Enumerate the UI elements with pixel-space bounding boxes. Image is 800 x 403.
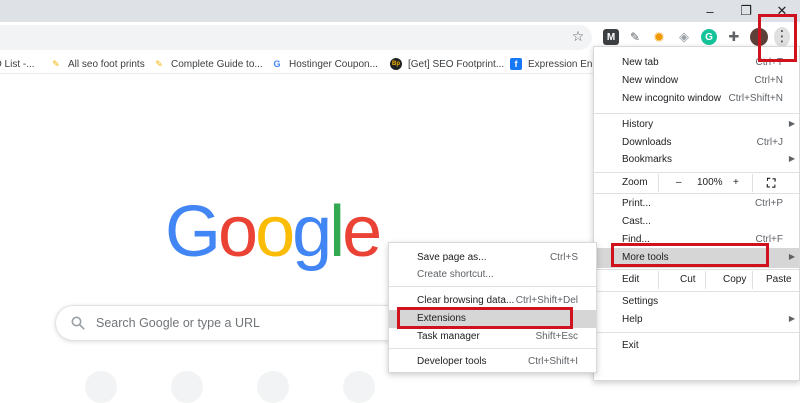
title-bar: – ❐ ✕ <box>0 0 800 22</box>
menu-item-settings[interactable]: Settings <box>594 293 799 311</box>
submenu-arrow-icon: ▶ <box>788 119 795 128</box>
shortcut-tile[interactable] <box>257 371 289 403</box>
restore-icon: ❐ <box>740 3 752 18</box>
menu-item-zoom: Zoom – 100% + ⛶ <box>622 174 776 192</box>
menu-divider <box>594 332 799 333</box>
submenu-item-dev-tools[interactable]: Developer tools Ctrl+Shift+I <box>389 353 596 371</box>
paste-button[interactable]: Paste <box>766 274 792 285</box>
m-extension-icon[interactable]: M <box>603 29 619 45</box>
menu-item-history[interactable]: History ▶ <box>594 116 799 134</box>
menu-item-print[interactable]: Print... Ctrl+P <box>594 195 799 213</box>
submenu-arrow-icon: ▶ <box>788 154 795 163</box>
pen-extension-icon[interactable]: ✎ <box>627 29 643 45</box>
chrome-menu: New tab Ctrl+T New window Ctrl+N New incog… <box>593 46 800 381</box>
menu-divider <box>594 172 799 173</box>
search-input[interactable]: Search Google or type a URL <box>55 305 415 341</box>
bookmark-item[interactable]: Bp [Get] SEO Footprint... <box>390 56 504 72</box>
zoom-in-button[interactable]: + <box>733 177 739 188</box>
star-icon[interactable]: ☆ <box>570 28 586 44</box>
menu-item-edit: Edit Cut Copy Paste <box>594 271 799 289</box>
address-bar[interactable] <box>0 25 592 50</box>
grammarly-icon[interactable]: G <box>701 29 717 45</box>
shield-extension-icon[interactable]: ◈ <box>676 29 692 45</box>
menu-divider <box>389 348 596 349</box>
search-icon <box>71 316 85 330</box>
menu-item-new-incognito[interactable]: New incognito window Ctrl+Shift+N <box>594 90 799 108</box>
menu-divider <box>594 193 799 194</box>
search-placeholder: Search Google or type a URL <box>96 316 260 330</box>
pencil-favicon-icon: ✎ <box>155 58 163 69</box>
pencil-favicon-icon: ✎ <box>52 58 60 69</box>
bookmark-item[interactable]: f Expression Engi <box>510 56 600 72</box>
bp-favicon-icon: Bp <box>390 58 402 70</box>
menu-divider <box>594 291 799 292</box>
menu-divider <box>594 113 799 114</box>
menu-item-bookmarks[interactable]: Bookmarks ▶ <box>594 151 799 169</box>
menu-divider <box>389 286 596 287</box>
more-tools-highlight <box>611 243 769 267</box>
submenu-item-save-page[interactable]: Save page as... Ctrl+S <box>389 249 596 267</box>
menu-button-highlight <box>758 14 797 62</box>
menu-item-new-window[interactable]: New window Ctrl+N <box>594 72 799 90</box>
bookmark-item[interactable]: ✎ Complete Guide to... <box>153 56 263 72</box>
puzzle-icon[interactable]: ✚ <box>726 29 742 45</box>
shortcut-tile[interactable] <box>343 371 375 403</box>
google-logo: Google <box>165 192 382 272</box>
bookmark-item[interactable]: G Hostinger Coupon... <box>271 56 377 72</box>
submenu-item-task-manager[interactable]: Task manager Shift+Esc <box>389 328 596 346</box>
zoom-level: 100% <box>697 177 723 188</box>
bookmark-item[interactable]: ✎ All seo foot prints <box>50 56 145 72</box>
shortcut-tile[interactable] <box>85 371 117 403</box>
menu-item-downloads[interactable]: Downloads Ctrl+J <box>594 134 799 152</box>
submenu-arrow-icon: ▶ <box>788 252 795 261</box>
zoom-out-button[interactable]: – <box>676 177 682 188</box>
fullscreen-icon[interactable]: ⛶ <box>767 176 775 191</box>
copy-button[interactable]: Copy <box>723 274 746 285</box>
shortcut-tile[interactable] <box>171 371 203 403</box>
sun-extension-icon[interactable]: ✹ <box>651 29 667 45</box>
extensions-highlight <box>397 307 573 329</box>
menu-item-cast[interactable]: Cast... <box>594 213 799 231</box>
minimize-button[interactable]: – <box>692 0 728 22</box>
facebook-favicon-icon: f <box>510 58 522 70</box>
bookmark-item[interactable]: O List -... <box>0 56 35 72</box>
menu-item-help[interactable]: Help ▶ <box>594 311 799 329</box>
menu-divider <box>594 269 799 270</box>
submenu-item-create-shortcut[interactable]: Create shortcut... <box>389 266 596 284</box>
google-favicon-icon: G <box>273 59 281 69</box>
menu-item-exit[interactable]: Exit <box>594 337 799 355</box>
minimize-icon: – <box>706 3 714 19</box>
submenu-arrow-icon: ▶ <box>788 314 795 323</box>
cut-button[interactable]: Cut <box>680 274 696 285</box>
